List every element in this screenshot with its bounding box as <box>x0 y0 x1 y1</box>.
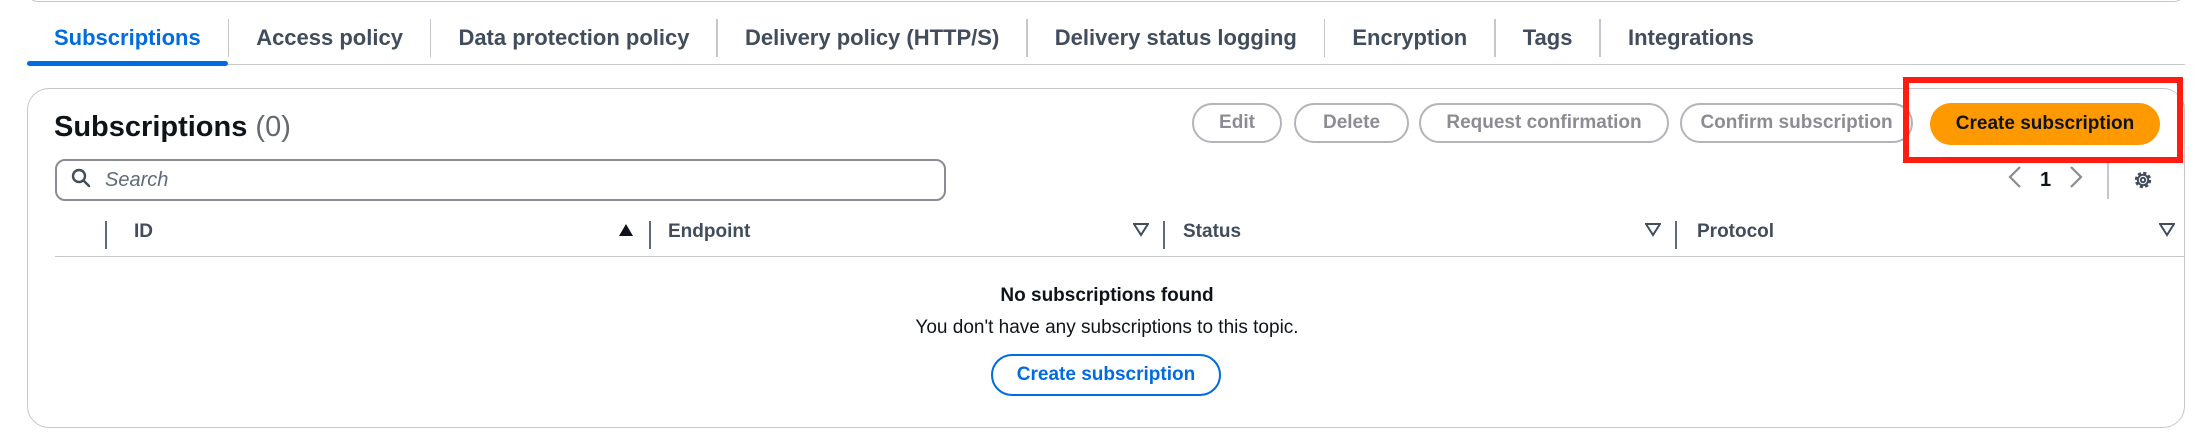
tab-subscriptions[interactable]: Subscriptions <box>27 12 228 66</box>
sort-descending-outline-icon[interactable] <box>1644 223 1662 242</box>
previous-panel-edge <box>27 0 2185 2</box>
search-input[interactable] <box>103 167 907 193</box>
edit-button[interactable]: Edit <box>1192 103 1282 143</box>
tab-delivery-status-logging[interactable]: Delivery status logging <box>1028 12 1324 64</box>
column-divider <box>105 221 107 249</box>
delete-button[interactable]: Delete <box>1294 103 1409 143</box>
empty-state-title: No subscriptions found <box>1000 285 1214 306</box>
tab-data-protection-policy[interactable]: Data protection policy <box>431 12 716 64</box>
search-icon <box>71 168 91 193</box>
column-divider <box>1163 221 1165 249</box>
pagination: 1 <box>2008 161 2155 199</box>
pagination-divider <box>2107 161 2109 199</box>
sort-ascending-icon[interactable] <box>618 223 634 242</box>
column-divider <box>1675 221 1677 249</box>
column-header-id[interactable]: ID <box>134 221 153 243</box>
sort-descending-outline-icon[interactable] <box>2158 223 2176 242</box>
chevron-right-icon[interactable] <box>2069 165 2083 196</box>
panel-title: Subscriptions (0) <box>54 111 291 144</box>
column-divider <box>649 221 651 249</box>
tab-bar: Subscriptions Access policy Data protect… <box>27 12 2185 66</box>
gear-icon[interactable] <box>2131 168 2155 192</box>
column-header-status[interactable]: Status <box>1183 221 1241 243</box>
current-page[interactable]: 1 <box>2040 169 2051 192</box>
tab-tags[interactable]: Tags <box>1496 12 1600 64</box>
empty-state-description: You don't have any subscriptions to this… <box>915 317 1299 338</box>
tab-delivery-policy[interactable]: Delivery policy (HTTP/S) <box>718 12 1026 64</box>
subscriptions-panel: Subscriptions (0) Edit Delete Request co… <box>27 88 2185 428</box>
empty-state-create-subscription-button[interactable]: Create subscription <box>991 354 1221 396</box>
confirm-subscription-button[interactable]: Confirm subscription <box>1680 103 1913 143</box>
table-header: ID Endpoint Status Protocol <box>55 213 2185 257</box>
subscription-count: (0) <box>255 111 291 143</box>
chevron-left-icon[interactable] <box>2008 165 2022 196</box>
request-confirmation-button[interactable]: Request confirmation <box>1419 103 1669 143</box>
column-header-endpoint[interactable]: Endpoint <box>668 221 750 243</box>
tab-access-policy[interactable]: Access policy <box>229 12 430 64</box>
create-subscription-button[interactable]: Create subscription <box>1930 103 2160 145</box>
column-header-protocol[interactable]: Protocol <box>1697 221 1774 243</box>
panel-title-text: Subscriptions <box>54 111 248 143</box>
search-field[interactable] <box>55 159 946 201</box>
sort-descending-outline-icon[interactable] <box>1132 223 1150 242</box>
tab-integrations[interactable]: Integrations <box>1601 12 1781 64</box>
tab-encryption[interactable]: Encryption <box>1325 12 1494 64</box>
